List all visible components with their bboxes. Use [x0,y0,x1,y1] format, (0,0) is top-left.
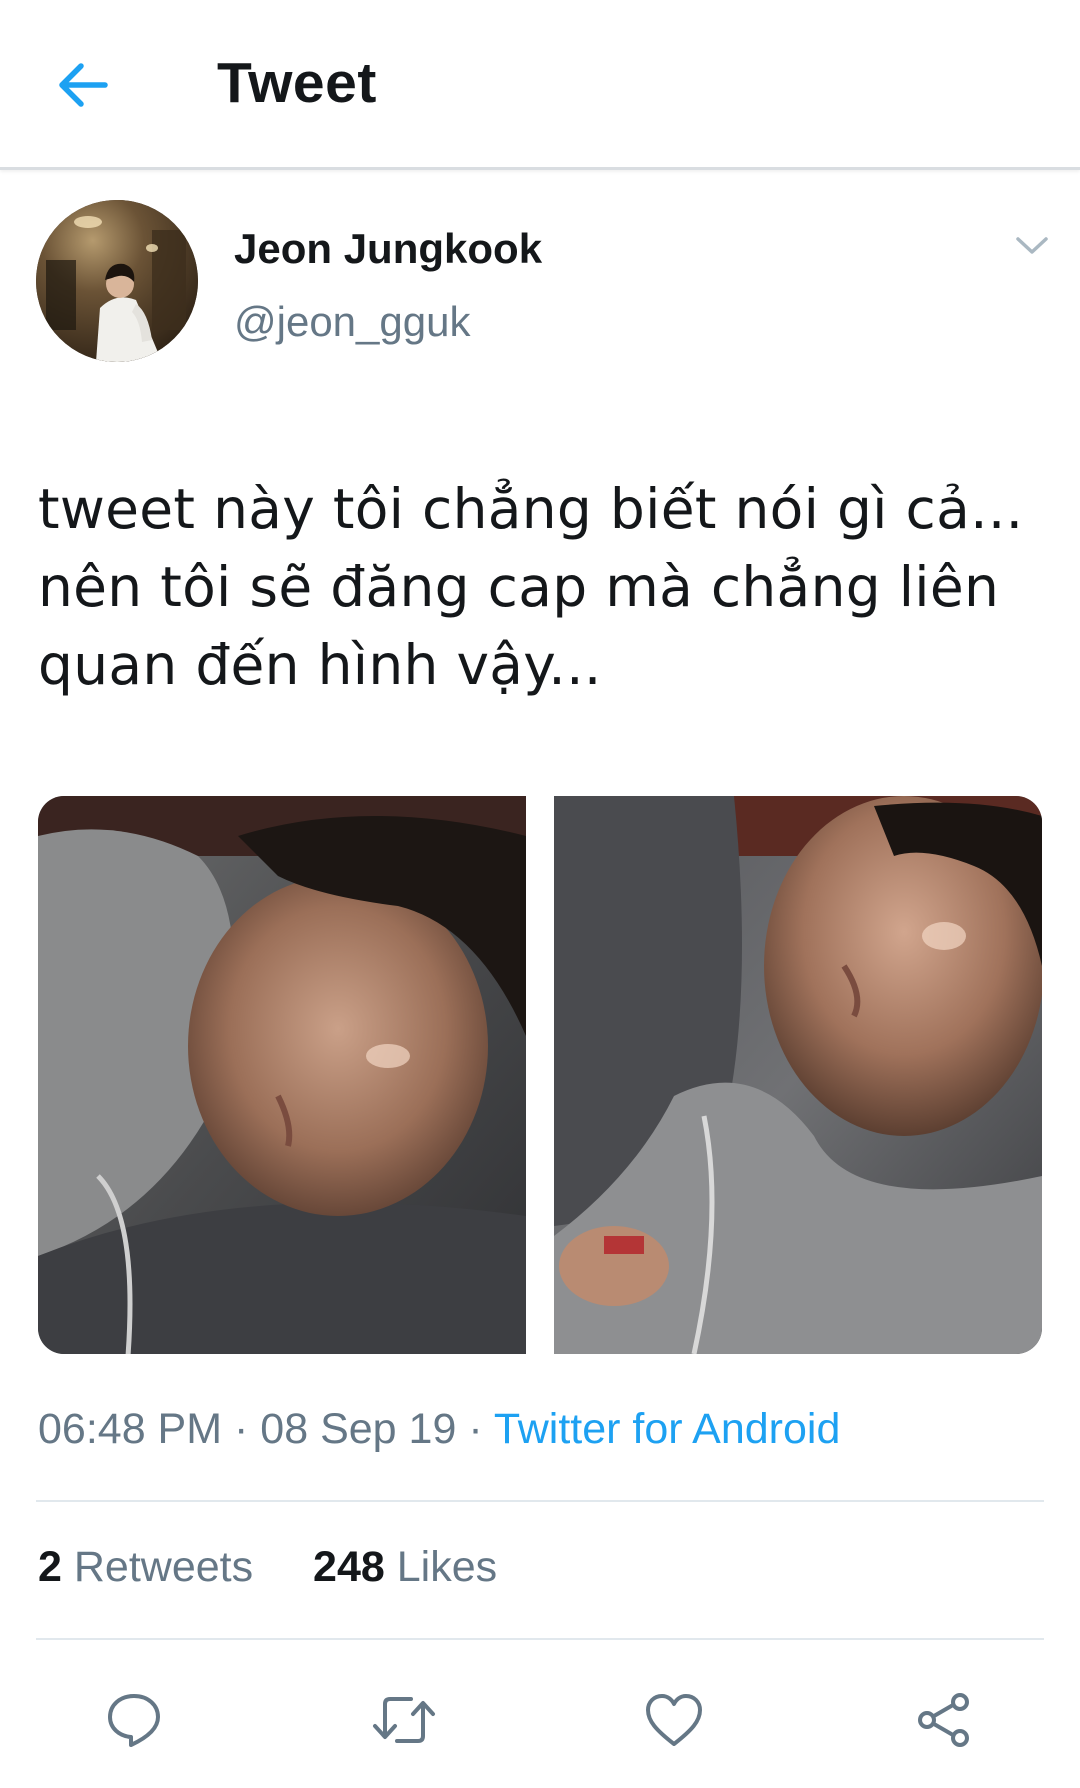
retweet-icon [373,1697,435,1743]
avatar-photo [36,200,198,362]
author-handle[interactable]: @jeon_gguk [234,298,470,346]
avatar[interactable] [36,200,198,362]
divider [36,1500,1044,1502]
tweet-stats: 2 Retweets 248 Likes [38,1543,497,1592]
tweet-timestamp: 06:48 PM · 08 Sep 19 · Twitter for Andro… [38,1405,840,1454]
retweets-count: 2 [38,1543,62,1591]
likes-stat[interactable]: 248 Likes [313,1543,497,1591]
photo-image [554,796,1042,1354]
meta-separator: · [468,1405,483,1453]
share-button[interactable] [904,1680,984,1760]
top-app-bar: Tweet [0,0,1080,170]
tweet-detail-screen: Tweet Jeon Jungkook @jeon_gguk tweet này… [0,0,1080,1788]
tweet-time: 06:48 PM [38,1405,223,1453]
divider [36,1638,1044,1640]
reply-icon [108,1694,160,1747]
tweet-photo-1[interactable] [38,796,526,1354]
retweets-stat[interactable]: 2 Retweets [38,1543,265,1591]
chevron-down-icon [1016,237,1048,254]
like-icon [646,1694,702,1746]
tweet-text-line: quan đến hình vậy... [38,633,602,697]
tweet-date: 08 Sep 19 [260,1405,457,1453]
tweet-text-line: nên tôi sẽ đăng cap mà chẳng liên [38,555,1000,619]
more-options-button[interactable] [1010,228,1054,264]
tweet-source-link[interactable]: Twitter for Android [494,1405,841,1453]
tweet-action-bar [0,1670,1080,1770]
retweet-button[interactable] [364,1680,444,1760]
page-title: Tweet [217,51,377,115]
tweet-photo-2[interactable] [554,796,1042,1354]
photo-image [38,796,526,1354]
author-display-name[interactable]: Jeon Jungkook [234,225,542,273]
tweet-text: tweet này tôi chẳng biết nói gì cả... nê… [38,470,1038,704]
share-icon [918,1693,969,1747]
retweets-label: Retweets [73,1543,254,1591]
media-grid [38,796,1042,1354]
like-button[interactable] [634,1680,714,1760]
likes-label: Likes [396,1543,498,1591]
meta-separator: · [234,1405,249,1453]
back-button[interactable] [50,52,116,118]
arrow-left-icon [59,63,108,107]
tweet-text-line: tweet này tôi chẳng biết nói gì cả... [38,477,1024,541]
reply-button[interactable] [94,1680,174,1760]
likes-count: 248 [313,1543,385,1591]
